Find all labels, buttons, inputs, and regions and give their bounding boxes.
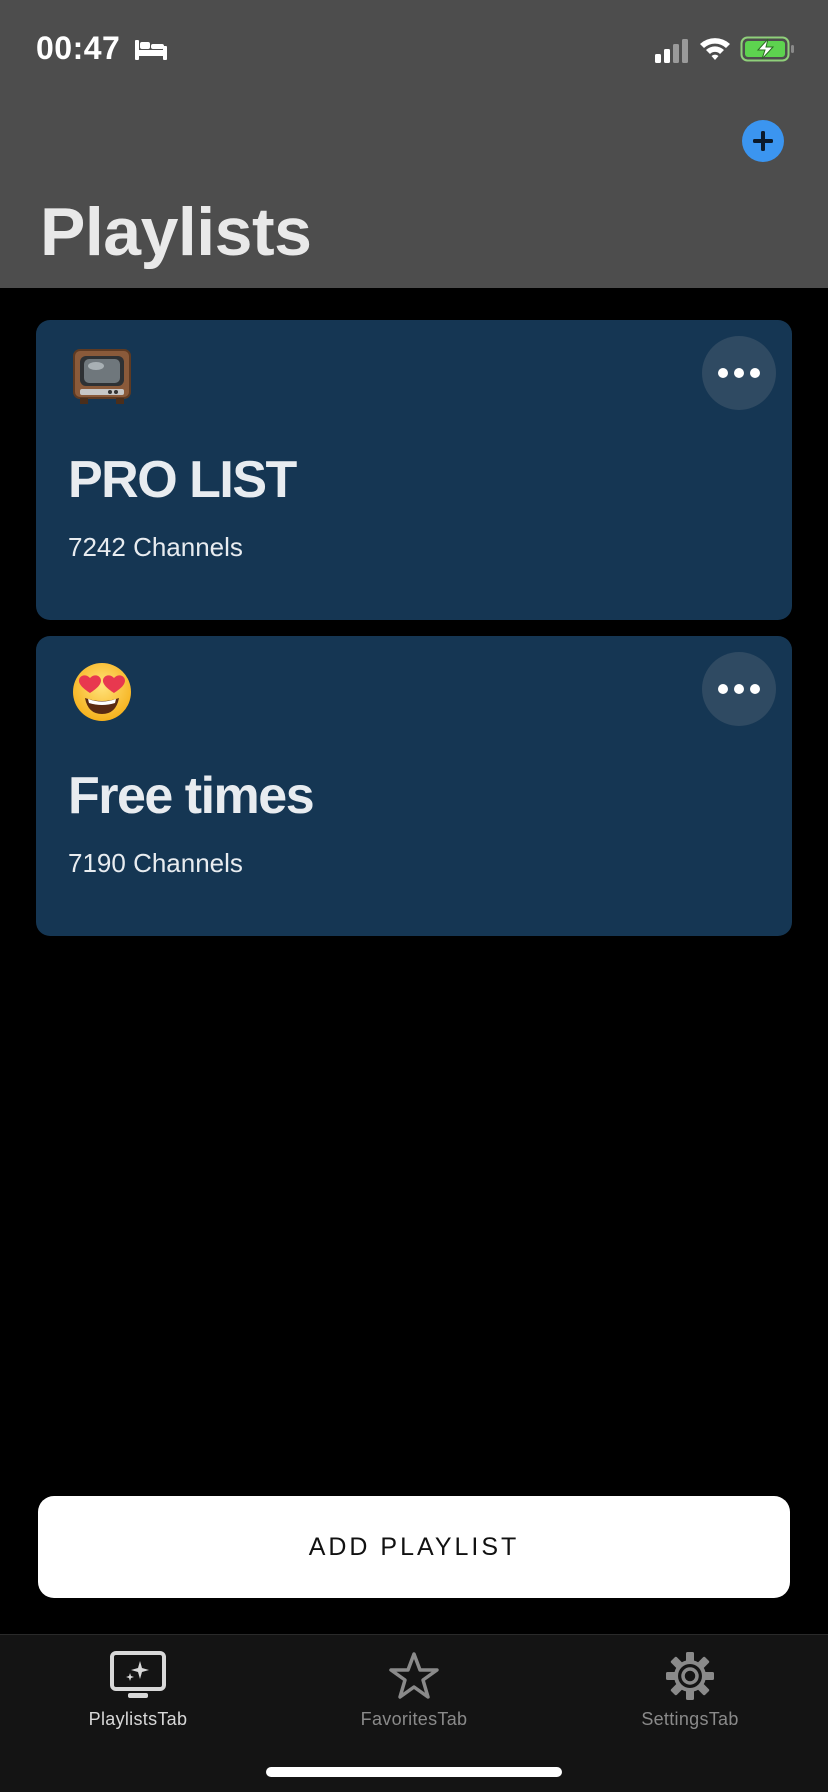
- heart-eyes-emoji: [73, 663, 131, 721]
- home-indicator[interactable]: [266, 1767, 562, 1777]
- playlist-title: PRO LIST: [68, 451, 297, 509]
- television-emoji: [73, 349, 131, 404]
- tab-playlists[interactable]: PlaylistsTab: [0, 1635, 276, 1745]
- battery-charging-icon: [740, 36, 794, 62]
- bed-icon: [135, 40, 167, 60]
- page-title: Playlists: [40, 194, 312, 270]
- tab-label: SettingsTab: [641, 1709, 739, 1729]
- channel-count: 7242 Channels: [68, 532, 243, 562]
- ellipsis-icon: [718, 684, 760, 694]
- signal-icon: [655, 39, 688, 63]
- playlist-card[interactable]: Free times 7190 Channels: [36, 636, 792, 936]
- tab-favorites[interactable]: FavoritesTab: [276, 1635, 552, 1745]
- tv-sparkle-icon: [110, 1651, 166, 1698]
- add-playlist-icon-button[interactable]: [742, 120, 784, 162]
- tab-label: PlaylistsTab: [88, 1709, 188, 1729]
- tab-label: FavoritesTab: [360, 1709, 468, 1729]
- channel-count: 7190 Channels: [68, 848, 243, 878]
- add-playlist-button[interactable]: ADD PLAYLIST: [38, 1496, 790, 1598]
- plus-icon: [753, 131, 773, 151]
- status-time: 00:47: [36, 30, 121, 66]
- gear-icon: [666, 1652, 714, 1700]
- tab-settings[interactable]: SettingsTab: [552, 1635, 828, 1745]
- ellipsis-icon: [718, 368, 760, 378]
- playlist-card[interactable]: PRO LIST 7242 Channels: [36, 320, 792, 620]
- more-options-button[interactable]: [702, 652, 776, 726]
- navigation-header: 00:47 Playlists: [0, 0, 828, 288]
- more-options-button[interactable]: [702, 336, 776, 410]
- star-icon: [389, 1652, 439, 1699]
- wifi-icon: [700, 38, 730, 60]
- playlist-title: Free times: [68, 767, 315, 825]
- tab-bar: PlaylistsTab FavoritesTab SettingsTab: [0, 1634, 828, 1792]
